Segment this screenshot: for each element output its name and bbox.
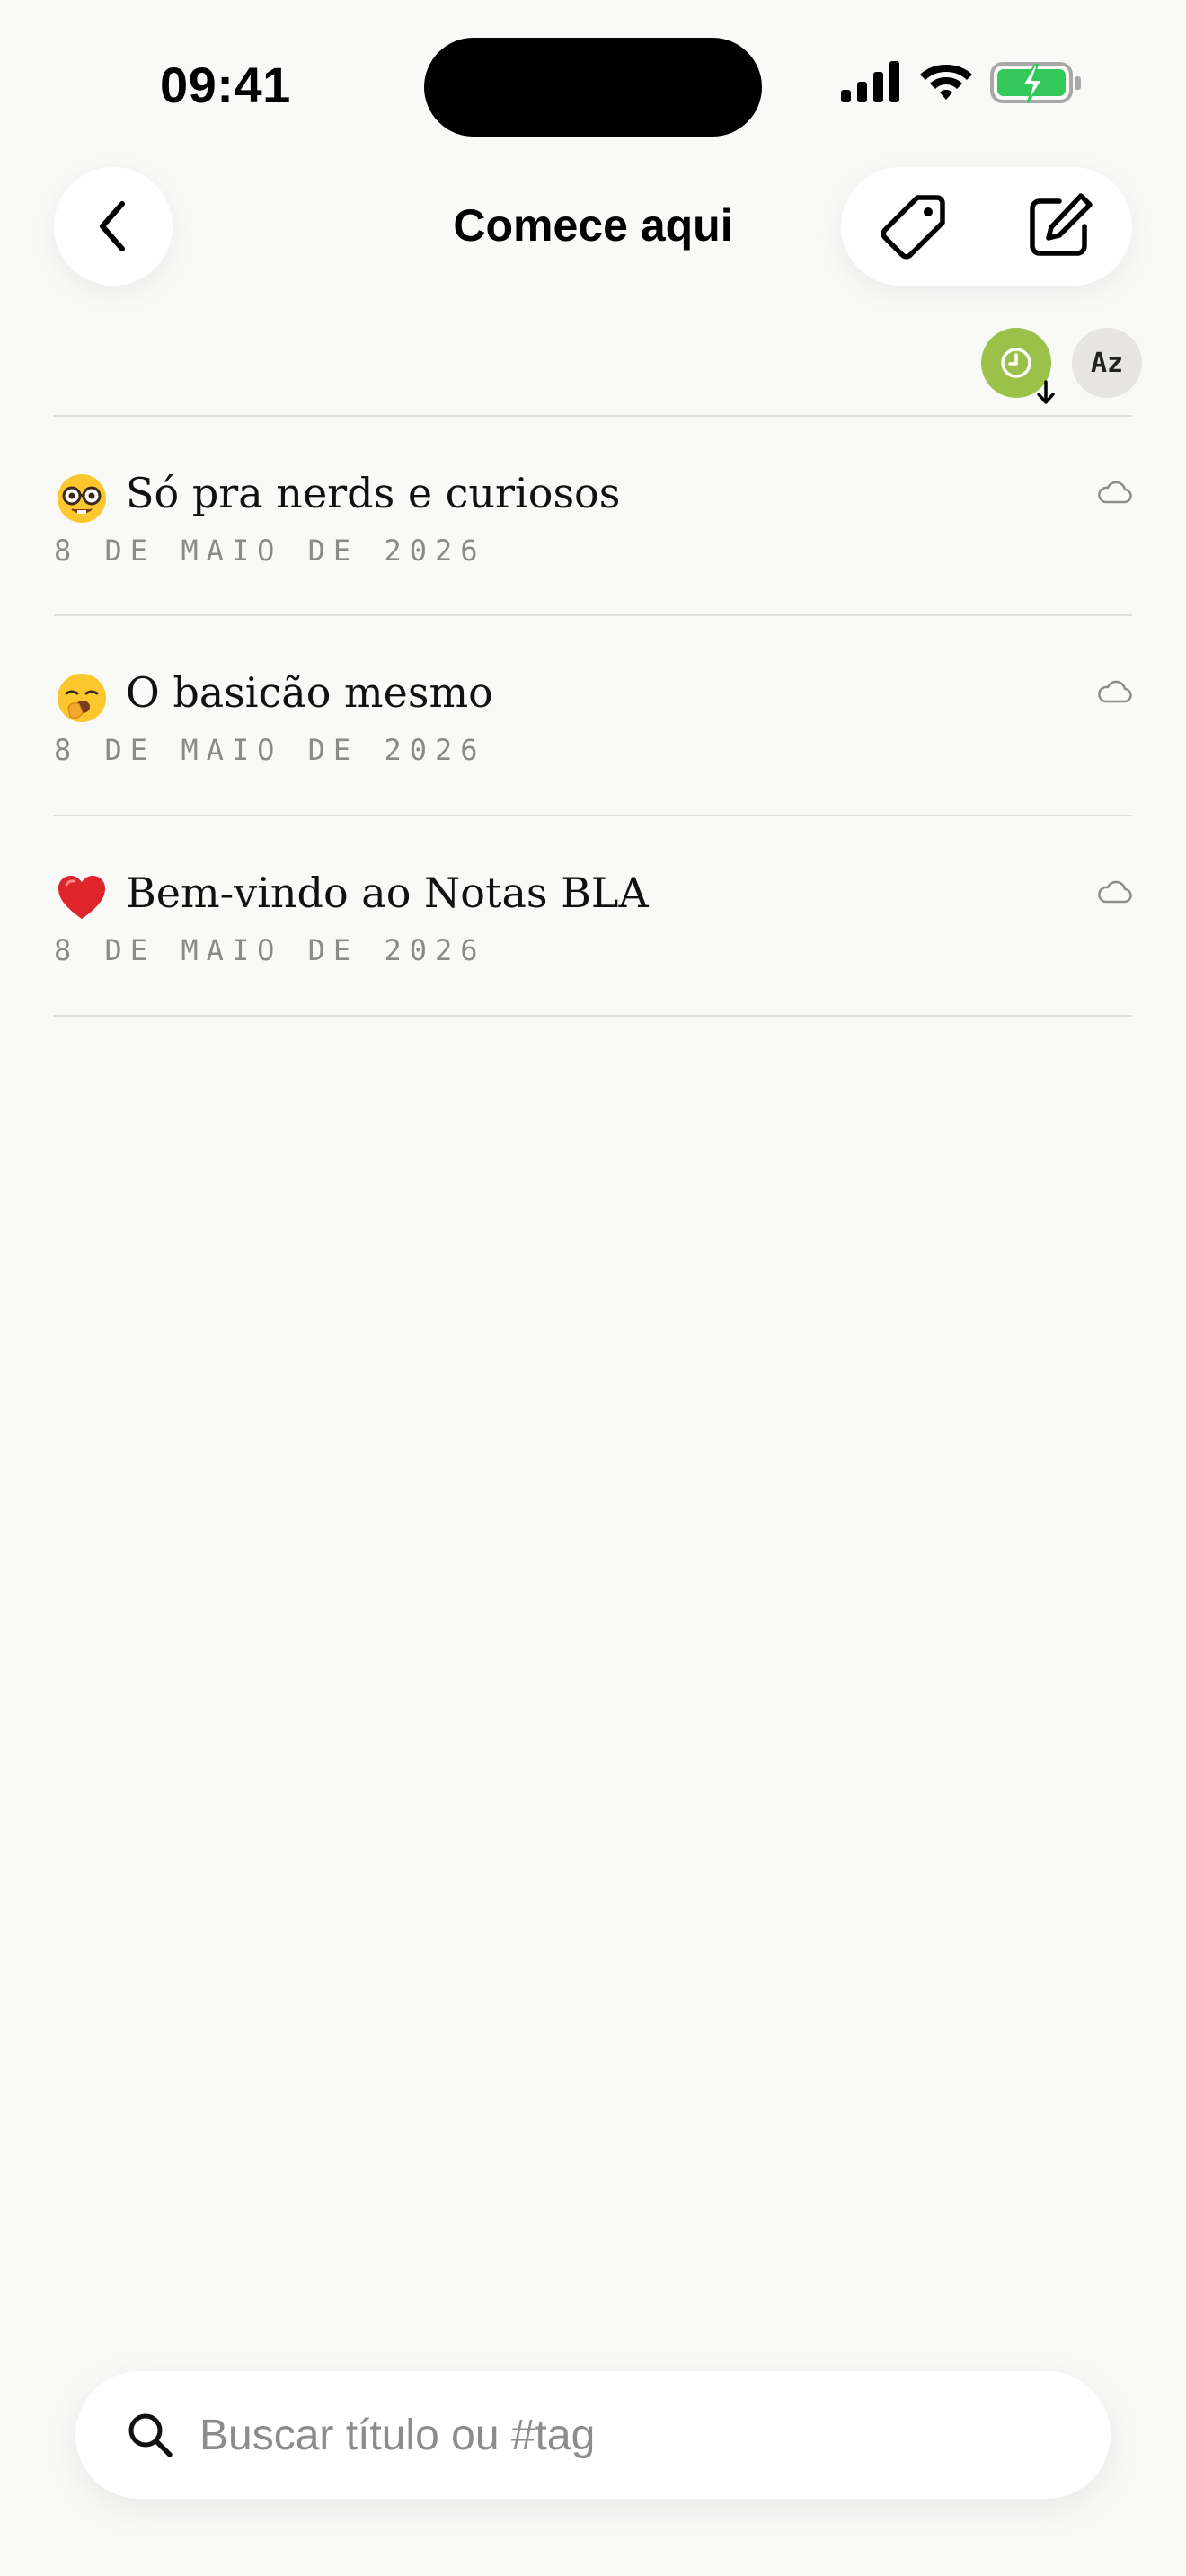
status-icons xyxy=(836,61,1087,111)
cloud-icon xyxy=(1098,880,1132,904)
wifi-icon xyxy=(920,65,972,100)
list-item[interactable]: Bem-vindo ao Notas BLA 8 DE MAIO DE 2026 xyxy=(54,816,1132,1016)
back-button[interactable] xyxy=(54,167,173,286)
red-heart-emoji xyxy=(58,876,105,919)
search-bar[interactable] xyxy=(75,2371,1111,2499)
search-icon xyxy=(128,2413,173,2457)
compose-icon xyxy=(1030,193,1093,256)
battery-charging-icon xyxy=(990,62,1081,103)
note-title: Bem-vindo ao Notas BLA xyxy=(126,869,649,917)
sort-alphabetical-button[interactable]: Az xyxy=(1072,328,1142,398)
tag-icon xyxy=(881,195,945,260)
cloud-icon xyxy=(1098,680,1132,703)
cloud-icon xyxy=(1098,481,1132,504)
nerd-face-emoji xyxy=(58,474,106,523)
chevron-left-icon xyxy=(100,201,125,251)
arrow-down-icon xyxy=(1037,380,1055,404)
list-divider xyxy=(54,1015,1132,1017)
note-title: Só pra nerds e curiosos xyxy=(126,469,621,517)
page-title: Comece aqui xyxy=(453,200,733,251)
note-date: 8 DE MAIO DE 2026 xyxy=(54,733,486,767)
status-time: 09:41 xyxy=(160,57,291,113)
list-item[interactable]: Só pra nerds e curiosos 8 DE MAIO DE 202… xyxy=(54,417,1132,616)
note-title: O basicão mesmo xyxy=(126,668,493,717)
search-input[interactable] xyxy=(199,2398,1062,2472)
note-date: 8 DE MAIO DE 2026 xyxy=(54,534,486,568)
header-actions xyxy=(841,167,1132,286)
cellular-signal-icon xyxy=(841,61,899,102)
yawning-face-emoji xyxy=(58,674,106,722)
dynamic-island xyxy=(424,38,762,137)
new-note-button[interactable] xyxy=(987,167,1132,286)
note-date: 8 DE MAIO DE 2026 xyxy=(54,933,486,967)
clock-icon xyxy=(1001,348,1031,378)
tags-button[interactable] xyxy=(841,167,987,286)
list-item[interactable]: O basicão mesmo 8 DE MAIO DE 2026 xyxy=(54,616,1132,816)
